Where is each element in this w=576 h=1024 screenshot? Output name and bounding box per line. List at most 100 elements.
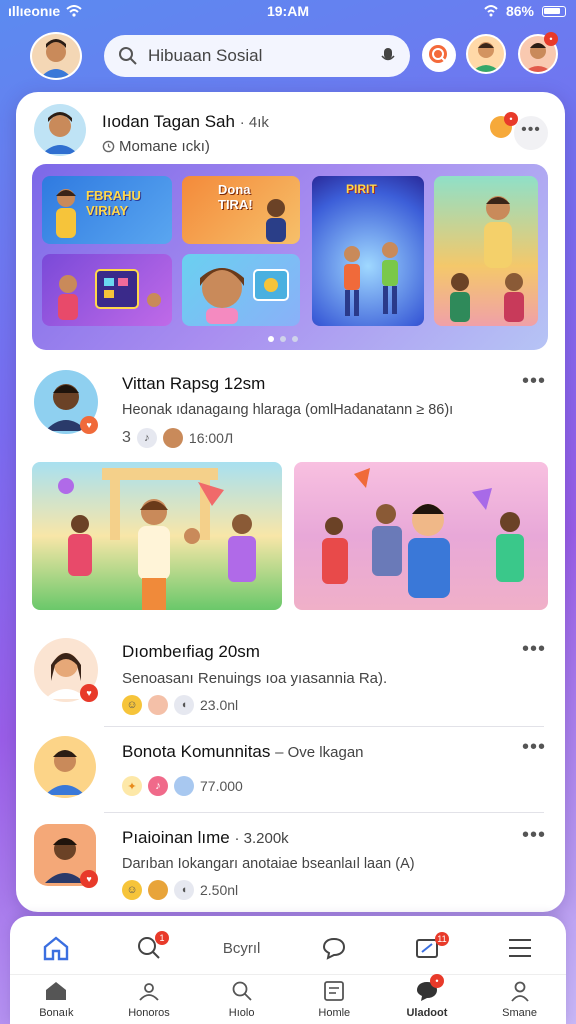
post-image-park[interactable]	[32, 462, 282, 610]
tab-label: Bonaık	[39, 1007, 74, 1019]
messages-tab[interactable]	[294, 936, 374, 960]
house-icon	[46, 982, 67, 1000]
battery-icon	[542, 5, 566, 17]
divider	[104, 812, 544, 813]
home-tab[interactable]	[16, 935, 96, 961]
more-options-icon[interactable]: •••	[522, 370, 546, 393]
search-badge: 1	[154, 931, 169, 945]
view-count: 16:00Л	[188, 430, 234, 446]
post-author-avatar[interactable]	[34, 104, 86, 156]
gallery-tile[interactable]: PIRIT	[312, 176, 424, 326]
tab-label: Homle	[318, 1007, 351, 1019]
viewer-avatar	[162, 428, 183, 448]
viewer-avatar	[174, 776, 194, 796]
search-input[interactable]: Hibuaan Sosial	[148, 46, 370, 66]
tile-banner-text: FBRAHU VIRIAY	[86, 188, 141, 218]
search-bar[interactable]: Hibuaan Sosial	[104, 35, 410, 77]
post-author-avatar[interactable]	[34, 736, 96, 798]
view-count: 23.0nl	[200, 697, 239, 713]
more-options-icon[interactable]: •••	[522, 824, 546, 847]
post-meta: ✦ ♪ 77.000	[122, 776, 542, 796]
tab-groups[interactable]: Honoros	[109, 978, 189, 1019]
feed-post: ♥ Dıombeıfiag 20sm Senoasanı Renuings ıo…	[32, 638, 552, 718]
hamburger-menu-icon	[508, 939, 531, 957]
tab-notifications[interactable]: • Uladoot	[387, 974, 467, 1019]
page-dot[interactable]	[280, 336, 286, 342]
viewer-avatar	[148, 880, 168, 900]
media-gallery[interactable]: FBRAHU VIRIAY Dona TIRA! PIRIT	[32, 164, 548, 350]
view-count: 2.50nl	[200, 882, 239, 898]
tab-explore[interactable]: Hıolo	[202, 978, 282, 1019]
more-options-icon[interactable]: •••	[522, 638, 546, 661]
quick-actions-bar: 1 Bcyrıl 11	[10, 924, 566, 972]
page-dot[interactable]	[292, 336, 298, 342]
reaction-heart-icon: ♥	[80, 416, 98, 434]
post-author-name[interactable]: Dıombeıfiag 20sm	[122, 642, 542, 662]
clock-icon	[102, 140, 115, 153]
notifications-button[interactable]	[422, 38, 456, 72]
profile-avatar[interactable]	[30, 32, 82, 80]
notification-badge: •	[429, 974, 444, 988]
page-dot[interactable]	[268, 336, 274, 342]
groups-icon	[139, 983, 159, 1001]
search-alert-icon	[429, 45, 447, 63]
sound-icon[interactable]: ◖	[174, 695, 194, 715]
gallery-pagination[interactable]	[268, 336, 298, 342]
tab-label: Uladoot	[406, 1007, 448, 1019]
gallery-tile[interactable]	[42, 254, 172, 326]
post-text: Heonak ıdanagaıng hlaraga (omlHadanatann…	[122, 402, 454, 418]
compose-badge: 11	[434, 932, 449, 946]
gallery-tile[interactable]	[182, 254, 300, 326]
post-header: Iıodan Tagan Sah · 4ık Momane ıckı) • ••…	[32, 104, 552, 160]
menu-tab[interactable]	[480, 937, 560, 959]
post-meta: ☺ ◖ 23.0nl	[122, 695, 542, 715]
share-icon[interactable]: ♪	[136, 428, 157, 448]
post-author-name[interactable]: Vittan Rapsg 12sm	[122, 374, 542, 394]
post-author-name[interactable]: Pıaioinan lıme	[122, 828, 230, 847]
gallery-tile[interactable]	[434, 176, 538, 326]
emoji-reaction-icon[interactable]: ☺	[122, 695, 142, 715]
tab-feed[interactable]: Homle	[294, 978, 374, 1019]
feed-post: ♥ Vittan Rapsg 12sm Heonak ıdanagaıng hl…	[32, 370, 552, 450]
battery-percent: 86%	[505, 3, 534, 19]
view-count: 77.000	[200, 778, 243, 794]
comment-count: 3	[122, 429, 131, 446]
bottom-navigation: 1 Bcyrıl 11 Bonaık Honoros Hıolo Homle •…	[10, 916, 566, 1024]
main-tab-bar: Bonaık Honoros Hıolo Homle • Uladoot Sma…	[10, 974, 566, 1022]
tab-label: Hıolo	[228, 1007, 255, 1019]
music-icon[interactable]: ♪	[148, 776, 168, 796]
more-options-icon[interactable]: •••	[522, 736, 546, 759]
reaction-heart-icon: ♥	[80, 684, 98, 702]
emoji-reaction-icon[interactable]: ☺	[122, 880, 142, 900]
post-author-name[interactable]: Bonota Komunnitas	[122, 742, 270, 761]
tab-home[interactable]: Bonaık	[16, 978, 96, 1019]
search-icon	[119, 47, 137, 65]
tile-banner-text: PIRIT	[346, 182, 377, 196]
sound-icon[interactable]: ◖	[174, 880, 194, 900]
home-icon	[44, 936, 69, 961]
gallery-tile[interactable]: FBRAHU VIRIAY	[42, 176, 172, 244]
center-tab-label[interactable]: Bcyrıl	[202, 940, 282, 957]
search-tab[interactable]: 1	[109, 931, 189, 961]
post-meta: 3 ♪ 16:00Л	[122, 428, 542, 448]
post-meta: ☺ ◖ 2.50nl	[122, 880, 552, 900]
post-images[interactable]	[32, 462, 548, 610]
feed-post: Bonota Komunnitas – Ove lkagan ✦ ♪ 77.00…	[32, 736, 552, 806]
post-image-celebration[interactable]	[294, 462, 548, 610]
person-icon	[510, 981, 529, 1002]
location-icon	[484, 5, 498, 17]
tab-profile[interactable]: Smane	[480, 978, 560, 1019]
post-text: Darıban Iokangarı anotaiae bseanlaıl laa…	[122, 856, 415, 872]
post-author-name[interactable]: Iıodan Tagan Sah	[102, 112, 235, 131]
more-options-icon[interactable]: •••	[514, 116, 548, 150]
post-time: · 4ık	[239, 114, 269, 131]
chat-bubble-icon	[323, 937, 346, 960]
feed-post: ♥ Pıaioinan lıme · 3.200k Darıban Iokang…	[32, 824, 552, 900]
sparkle-icon[interactable]: ✦	[122, 776, 142, 796]
tab-label: Smane	[502, 1007, 538, 1019]
gallery-tile[interactable]: Dona TIRA!	[182, 176, 300, 244]
avatar-notification-badge: •	[544, 32, 558, 46]
microphone-icon[interactable]	[380, 47, 396, 65]
compose-tab[interactable]: 11	[387, 932, 467, 960]
friend-avatar[interactable]	[466, 34, 506, 74]
